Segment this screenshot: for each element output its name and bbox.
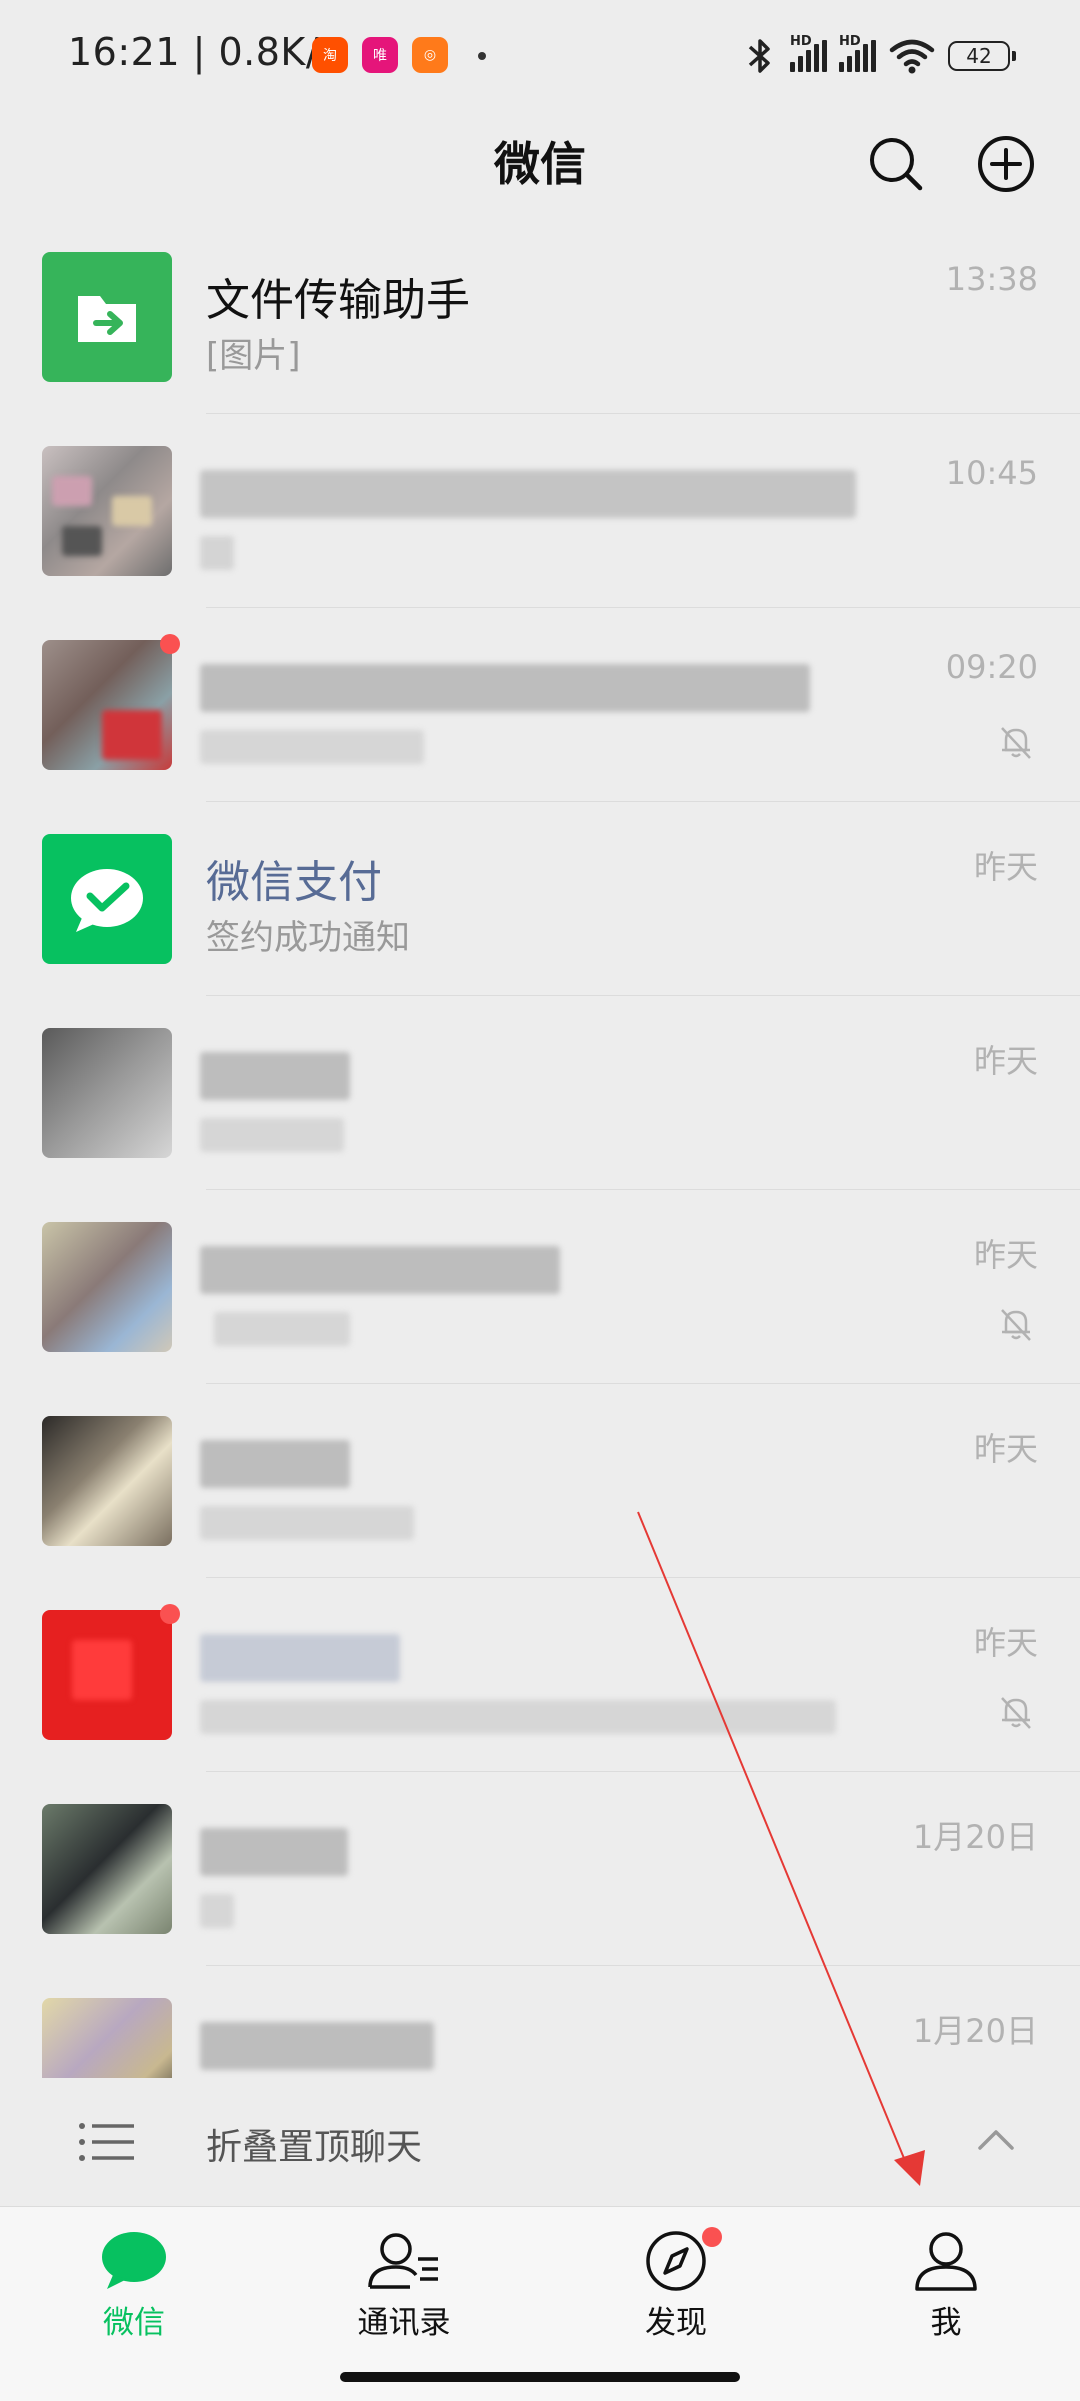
- chat-item[interactable]: 09:20: [0, 608, 1080, 802]
- chevron-up-icon[interactable]: [974, 2124, 1018, 2154]
- blurred-message: [200, 1506, 414, 1540]
- blurred-message: [214, 1312, 350, 1346]
- mute-bell-icon: [1001, 1697, 1031, 1729]
- status-indicators: HD HD 42: [742, 34, 1016, 76]
- fold-pinned-label: 折叠置顶聊天: [206, 2127, 423, 2168]
- mute-bell-icon: [1001, 1309, 1031, 1341]
- chat-name: 文件传输助手: [206, 275, 470, 326]
- vipshop-app-icon: 唯: [362, 37, 398, 73]
- blurred-name: [200, 470, 856, 518]
- blurred-message: [200, 730, 424, 764]
- status-bar: 16:21 | 0.8K/s 淘 唯 ◎ HD HD 42: [0, 0, 1080, 110]
- chat-last-message: 签约成功通知: [206, 918, 410, 958]
- blurred-message: [200, 536, 234, 570]
- file-transfer-icon: [42, 252, 172, 382]
- tab-discover[interactable]: 发现: [576, 2227, 776, 2342]
- tab-me[interactable]: 我: [846, 2229, 1046, 2342]
- status-time: 16:21 | 0.8K/s: [68, 30, 340, 74]
- taobao-app-icon: 淘: [312, 37, 348, 73]
- blurred-avatar: [42, 640, 172, 770]
- status-dot: [478, 52, 486, 60]
- tab-label: 发现: [645, 2305, 707, 2341]
- add-circle-icon[interactable]: [972, 130, 1040, 198]
- signal-icon: HD: [790, 34, 827, 72]
- blurred-avatar: [42, 1222, 172, 1352]
- blurred-avatar: [42, 446, 172, 576]
- blurred-message: [200, 1894, 234, 1928]
- tab-chats[interactable]: 微信: [34, 2229, 234, 2342]
- blurred-avatar: [42, 1998, 172, 2078]
- chat-list: 文件传输助手 [图片] 13:38 10:45 09:20 微信支付 签约成功通…: [0, 220, 1080, 2078]
- chat-bubble-icon: [102, 2232, 166, 2289]
- chat-item[interactable]: 昨天: [0, 1384, 1080, 1578]
- mute-bell-icon: [1001, 727, 1031, 759]
- wechat-pay-icon: [42, 834, 172, 964]
- discover-badge: [702, 2227, 722, 2247]
- signal-icon-2: HD: [839, 34, 876, 72]
- blurred-name: [200, 1246, 560, 1294]
- blurred-name: [200, 664, 810, 712]
- chat-item-wechat-pay[interactable]: 微信支付 签约成功通知 昨天: [0, 802, 1080, 996]
- search-icon[interactable]: [862, 130, 930, 198]
- chat-item-file-transfer[interactable]: 文件传输助手 [图片] 13:38: [0, 220, 1080, 414]
- blurred-avatar: [42, 1804, 172, 1934]
- chat-time: 1月20日: [912, 2012, 1038, 2050]
- chat-item[interactable]: 昨天: [0, 1190, 1080, 1384]
- chat-name: 微信支付: [206, 857, 382, 908]
- blurred-name: [200, 2022, 434, 2070]
- chat-time: 10:45: [945, 454, 1038, 492]
- chat-item[interactable]: 1月20日: [0, 1966, 1080, 2078]
- blurred-avatar: [42, 1416, 172, 1546]
- tab-label: 通讯录: [357, 2305, 451, 2341]
- chat-time: 昨天: [973, 1236, 1038, 1274]
- title-bar: 微信: [0, 110, 1080, 220]
- blurred-message: [200, 1118, 344, 1152]
- tab-label: 我: [930, 2305, 962, 2341]
- status-app-icons: 淘 唯 ◎: [312, 37, 448, 73]
- tab-contacts[interactable]: 通讯录: [304, 2229, 504, 2342]
- chat-item[interactable]: 10:45: [0, 414, 1080, 608]
- chat-time: 1月20日: [912, 1818, 1038, 1856]
- blurred-name: [200, 1828, 348, 1876]
- chat-time: 昨天: [973, 1624, 1038, 1662]
- tab-label: 微信: [103, 2305, 165, 2341]
- chat-time: 13:38: [945, 260, 1038, 298]
- fold-pinned-chats-bar[interactable]: 折叠置顶聊天: [0, 2080, 1080, 2206]
- blurred-name: [200, 1634, 400, 1682]
- blurred-avatar: [42, 1028, 172, 1158]
- contacts-icon: [368, 2233, 438, 2289]
- chat-time: 09:20: [945, 648, 1038, 686]
- chat-item[interactable]: 昨天: [0, 1578, 1080, 1772]
- blurred-name: [200, 1440, 350, 1488]
- unread-dot: [160, 1604, 180, 1624]
- chat-item[interactable]: 1月20日: [0, 1772, 1080, 1966]
- chat-time: 昨天: [973, 1042, 1038, 1080]
- blurred-name: [200, 1052, 350, 1100]
- list-icon: [79, 2123, 134, 2161]
- wifi-icon: [889, 39, 935, 74]
- blurred-avatar: [42, 1610, 172, 1740]
- person-icon: [915, 2232, 977, 2291]
- orange-app-icon: ◎: [412, 37, 448, 73]
- bluetooth-icon: [748, 39, 770, 73]
- chat-item[interactable]: 昨天: [0, 996, 1080, 1190]
- chat-time: 昨天: [973, 1430, 1038, 1468]
- chat-last-message: [图片]: [206, 336, 301, 376]
- unread-dot: [160, 634, 180, 654]
- compass-icon: [646, 2231, 706, 2291]
- chat-time: 昨天: [973, 848, 1038, 886]
- home-indicator[interactable]: [340, 2372, 740, 2382]
- battery-icon: 42: [948, 41, 1016, 71]
- blurred-message: [200, 1700, 836, 1734]
